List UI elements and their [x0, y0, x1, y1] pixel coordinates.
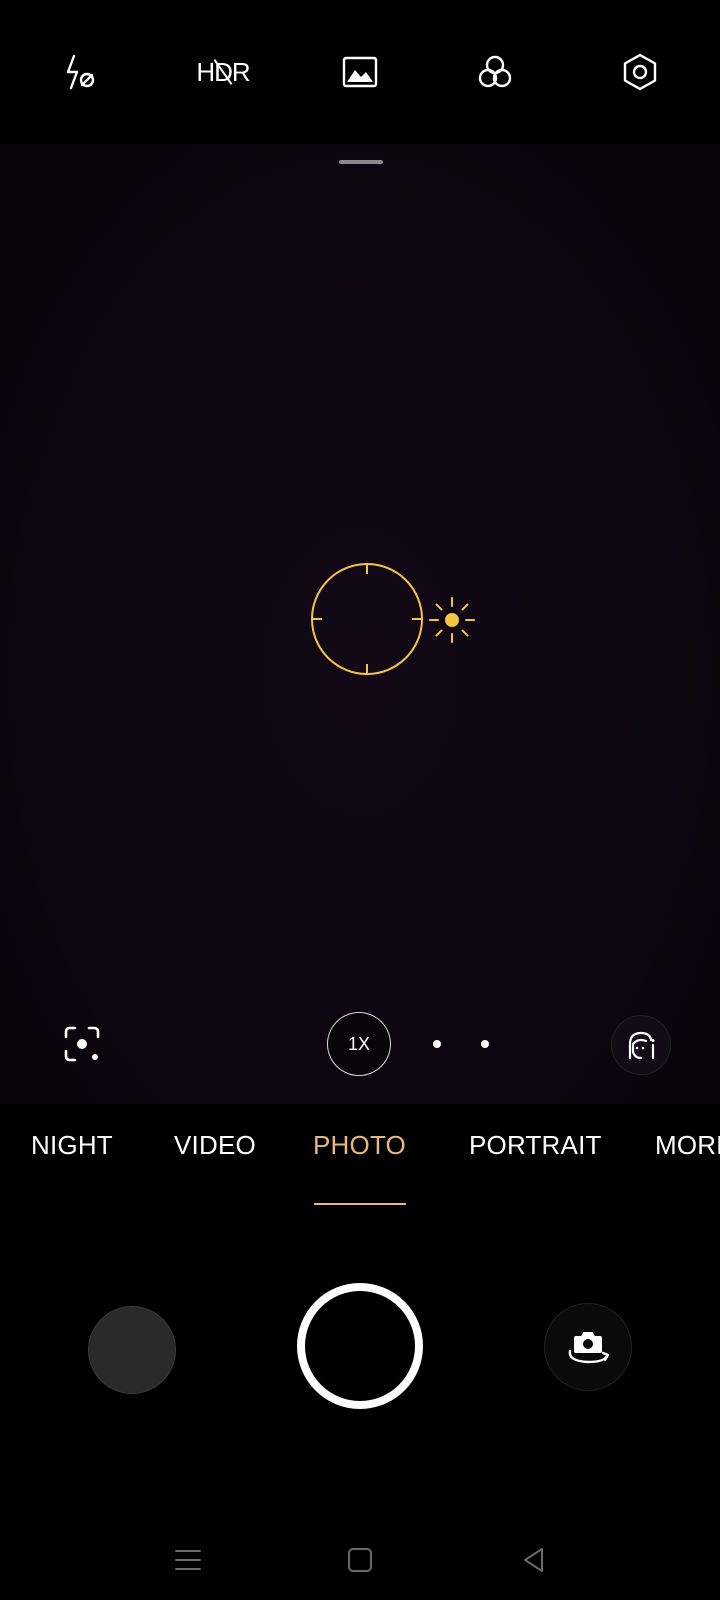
home-icon[interactable]	[330, 1530, 390, 1590]
menu-icon[interactable]	[158, 1530, 218, 1590]
filter-icon[interactable]	[465, 42, 525, 102]
exposure-sun-icon[interactable]	[428, 596, 476, 644]
gallery-thumbnail[interactable]	[88, 1306, 176, 1394]
shutter-button[interactable]	[297, 1283, 423, 1409]
system-nav-bar	[0, 1520, 720, 1600]
back-icon[interactable]	[504, 1530, 564, 1590]
zoom-dot-2x[interactable]	[433, 1040, 441, 1048]
flash-off-icon[interactable]	[50, 42, 110, 102]
mode-portrait[interactable]: PORTRAIT	[469, 1130, 602, 1161]
active-mode-indicator	[314, 1203, 406, 1205]
beauty-icon[interactable]	[611, 1015, 671, 1075]
drag-handle[interactable]	[339, 160, 383, 164]
viewfinder[interactable]: 1X	[0, 144, 720, 1104]
mode-selector[interactable]: NIGHT VIDEO PHOTO PORTRAIT MORE	[0, 1104, 720, 1200]
camera-screen: HDR	[0, 0, 720, 1600]
switch-camera-icon[interactable]	[544, 1303, 632, 1391]
google-lens-icon[interactable]	[52, 1014, 112, 1074]
top-toolbar: HDR	[0, 0, 720, 144]
mode-more[interactable]: MORE	[655, 1130, 720, 1161]
mode-night[interactable]: NIGHT	[31, 1130, 113, 1161]
zoom-dot-5x[interactable]	[481, 1040, 489, 1048]
focus-ring-icon	[311, 563, 423, 675]
zoom-button[interactable]: 1X	[327, 1012, 391, 1076]
scene-icon[interactable]	[330, 42, 390, 102]
settings-icon[interactable]	[610, 42, 670, 102]
hdr-off-icon[interactable]: HDR	[188, 42, 258, 102]
mode-video[interactable]: VIDEO	[174, 1130, 256, 1161]
mode-photo[interactable]: PHOTO	[313, 1130, 406, 1161]
